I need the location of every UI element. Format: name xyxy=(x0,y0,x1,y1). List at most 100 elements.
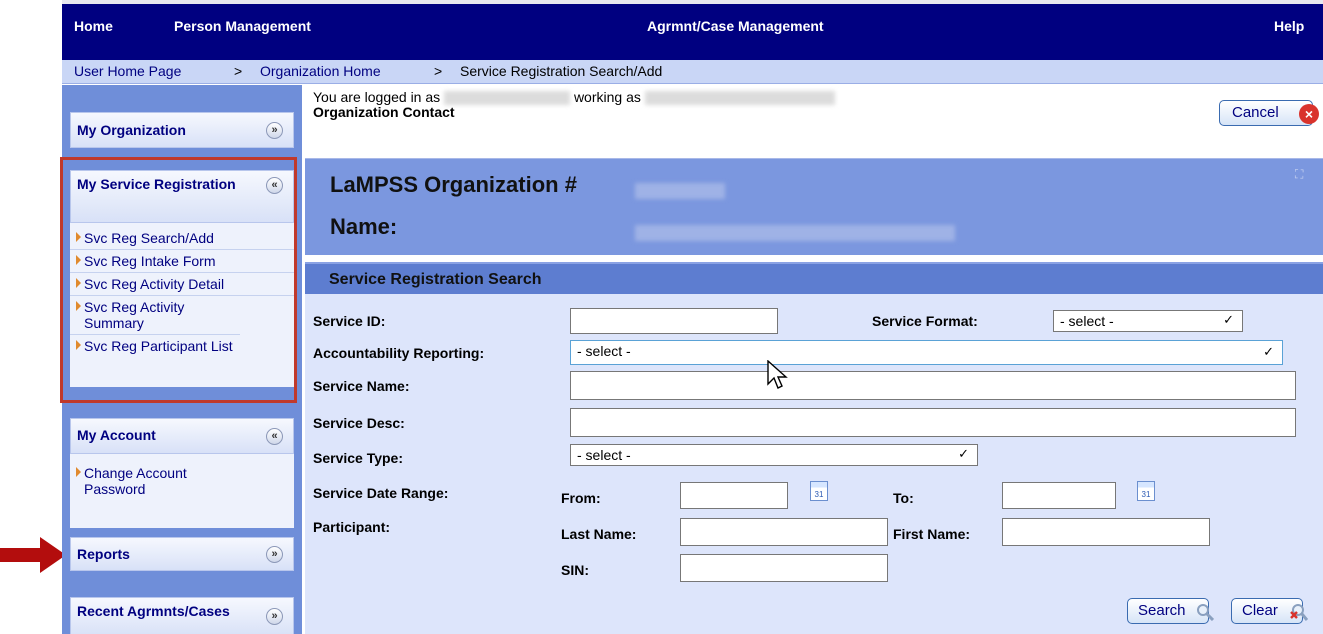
nav-person-management[interactable]: Person Management xyxy=(174,18,311,34)
service-name-input[interactable] xyxy=(570,371,1296,400)
sidebar: My Organization » My Service Registratio… xyxy=(62,85,302,634)
accountability-label: Accountability Reporting: xyxy=(313,345,485,361)
breadcrumb-separator: > xyxy=(434,63,443,79)
search-button[interactable]: Search xyxy=(1127,598,1214,624)
service-id-input[interactable] xyxy=(570,308,778,334)
sidebar-link-svc-reg-activity-summary[interactable]: Svc Reg Activity Summary xyxy=(70,296,240,335)
calendar-icon[interactable]: 31 xyxy=(1137,481,1155,501)
session-role: Organization Contact xyxy=(313,104,455,121)
panel-title: My Service Registration xyxy=(77,176,236,192)
sidebar-link-svc-reg-activity-detail[interactable]: Svc Reg Activity Detail xyxy=(70,273,294,296)
breadcrumb-current: Service Registration Search/Add xyxy=(460,63,663,79)
panel-my-account: My Account « Change Account Password xyxy=(70,418,294,528)
chevron-down-icon: ✓ xyxy=(1263,344,1274,359)
panel-title: My Organization xyxy=(77,122,186,138)
search-form: Service ID: Service Format: - select - ✓… xyxy=(305,294,1323,634)
accountability-select[interactable]: - select - ✓ xyxy=(570,340,1283,365)
last-name-input[interactable] xyxy=(680,518,888,546)
redacted-org-number xyxy=(635,183,725,199)
sidebar-link-svc-reg-participant-list[interactable]: Svc Reg Participant List xyxy=(70,335,294,357)
organization-header: LaMPSS Organization # Name: ⛶ xyxy=(305,158,1323,255)
panel-title: Reports xyxy=(77,546,130,562)
collapse-icon[interactable]: « xyxy=(266,428,283,445)
working-as-label: working as xyxy=(573,89,641,105)
panel-header[interactable]: Recent Agrmnts/Cases » xyxy=(70,597,294,634)
bullet-arrow-icon xyxy=(76,278,81,288)
sidebar-link-svc-reg-intake[interactable]: Svc Reg Intake Form xyxy=(70,250,294,273)
panel-my-organization: My Organization » xyxy=(70,112,294,148)
service-format-select[interactable]: - select - ✓ xyxy=(1053,310,1243,332)
participant-label: Participant: xyxy=(313,519,391,535)
expand-icon[interactable]: » xyxy=(266,546,283,563)
bullet-arrow-icon xyxy=(76,255,81,265)
collapse-icon[interactable]: « xyxy=(266,177,283,194)
main-content: You are logged in as working as Organiza… xyxy=(305,85,1323,634)
panel-header[interactable]: My Account « xyxy=(70,418,294,454)
nav-case-management[interactable]: Agrmnt/Case Management xyxy=(647,18,824,34)
chevron-down-icon: ✓ xyxy=(1223,312,1234,327)
search-section-title: Service Registration Search xyxy=(329,271,542,288)
top-navigation: Home Person Management Agrmnt/Case Manag… xyxy=(62,0,1323,60)
from-label: From: xyxy=(561,490,601,506)
service-type-select[interactable]: - select - ✓ xyxy=(570,444,978,466)
bullet-arrow-icon xyxy=(76,232,81,242)
bullet-arrow-icon xyxy=(76,301,81,311)
redacted-organization xyxy=(644,91,835,106)
app-window: Home Person Management Agrmnt/Case Manag… xyxy=(60,0,1323,634)
panel-header[interactable]: My Service Registration « xyxy=(70,170,294,223)
nav-help[interactable]: Help xyxy=(1274,18,1304,34)
annotation-arrow xyxy=(0,537,66,573)
chevron-down-icon: ✓ xyxy=(958,446,969,461)
bullet-arrow-icon xyxy=(76,340,81,350)
panel-reports: Reports » xyxy=(70,537,294,571)
redacted-org-name xyxy=(635,225,955,241)
to-label: To: xyxy=(893,490,914,506)
service-desc-label: Service Desc: xyxy=(313,415,405,431)
service-type-label: Service Type: xyxy=(313,450,404,466)
breadcrumb-organization-home[interactable]: Organization Home xyxy=(260,63,381,79)
clear-button[interactable]: Clear xyxy=(1231,598,1308,624)
panel-my-service-registration: My Service Registration « Svc Reg Search… xyxy=(70,170,294,387)
breadcrumb: User Home Page > Organization Home > Ser… xyxy=(62,60,1323,84)
nav-home[interactable]: Home xyxy=(74,18,113,34)
service-id-label: Service ID: xyxy=(313,313,386,329)
org-name-label: Name: xyxy=(330,214,398,239)
first-name-label: First Name: xyxy=(893,526,971,542)
to-date-input[interactable] xyxy=(1002,482,1116,509)
redacted-username xyxy=(444,91,571,106)
calendar-icon[interactable]: 31 xyxy=(810,481,828,501)
org-number-label: LaMPSS Organization # xyxy=(330,172,577,197)
panel-title: My Account xyxy=(77,427,156,443)
panel-title: Recent Agrmnts/Cases xyxy=(77,603,230,619)
magnifier-icon xyxy=(1197,604,1214,621)
service-format-label: Service Format: xyxy=(872,313,978,329)
session-info: You are logged in as working as Organiza… xyxy=(313,90,835,120)
sidebar-link-change-password[interactable]: Change Account Password xyxy=(70,462,240,500)
maximize-icon[interactable]: ⛶ xyxy=(1295,167,1309,181)
sin-label: SIN: xyxy=(561,562,589,578)
service-desc-input[interactable] xyxy=(570,408,1296,437)
panel-recent-agreements: Recent Agrmnts/Cases » xyxy=(70,597,294,634)
sin-input[interactable] xyxy=(680,554,888,582)
logged-in-label: You are logged in as xyxy=(313,89,441,105)
service-name-label: Service Name: xyxy=(313,378,410,394)
panel-header[interactable]: My Organization » xyxy=(70,112,294,148)
breadcrumb-separator: > xyxy=(234,63,243,79)
from-date-input[interactable] xyxy=(680,482,788,509)
clear-search-icon xyxy=(1290,604,1308,621)
bullet-arrow-icon xyxy=(76,467,81,477)
last-name-label: Last Name: xyxy=(561,526,637,542)
sidebar-link-svc-reg-search[interactable]: Svc Reg Search/Add xyxy=(70,227,294,250)
first-name-input[interactable] xyxy=(1002,518,1210,546)
cancel-button[interactable]: Cancel × xyxy=(1219,100,1319,126)
panel-links: Svc Reg Search/Add Svc Reg Intake Form S… xyxy=(70,223,294,357)
search-section-header: Service Registration Search xyxy=(305,262,1323,294)
expand-icon[interactable]: » xyxy=(266,608,283,625)
close-icon: × xyxy=(1299,104,1319,124)
date-range-label: Service Date Range: xyxy=(313,485,449,501)
expand-icon[interactable]: » xyxy=(266,122,283,139)
breadcrumb-user-home[interactable]: User Home Page xyxy=(74,63,181,79)
panel-header[interactable]: Reports » xyxy=(70,537,294,571)
panel-links: Change Account Password xyxy=(70,454,294,500)
mouse-cursor-icon xyxy=(767,360,788,389)
